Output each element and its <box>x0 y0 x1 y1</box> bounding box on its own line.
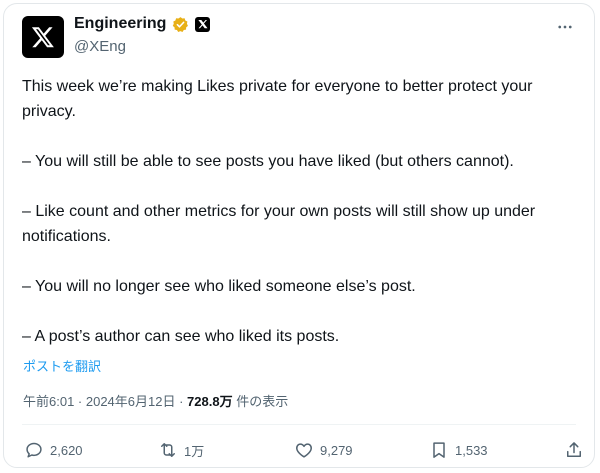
avatar[interactable] <box>22 16 64 58</box>
post-card: Engineering @XEng This week we’re making… <box>3 3 595 468</box>
post-meta: 午前6:01 · 2024年6月12日 · 728.8万 件の表示 <box>23 391 288 410</box>
views-label: 件の表示 <box>232 394 289 409</box>
author-name[interactable]: Engineering <box>74 15 166 33</box>
views-count: 728.8万 <box>187 394 233 409</box>
post-text: This week we’re making Likes private for… <box>22 74 582 349</box>
repost-icon <box>161 443 175 457</box>
bookmark-icon <box>433 442 445 458</box>
reply-count: 2,620 <box>50 442 83 458</box>
bookmark-count: 1,533 <box>455 442 488 458</box>
post-timestamp[interactable]: 午前6:01 · 2024年6月12日 · <box>23 394 187 409</box>
heart-icon <box>296 443 312 458</box>
action-bar: 2,620 1万 9,279 1,533 <box>24 440 584 464</box>
reply-button[interactable]: 2,620 <box>24 440 83 460</box>
share-button[interactable] <box>564 440 584 460</box>
post-paragraph: This week we’re making Likes private for… <box>22 78 533 120</box>
more-icon <box>558 25 572 29</box>
like-count: 9,279 <box>320 442 353 458</box>
repost-button[interactable]: 1万 <box>158 440 204 460</box>
share-icon <box>567 442 581 457</box>
x-logo-icon <box>31 27 54 48</box>
like-button[interactable]: 9,279 <box>294 440 353 460</box>
reply-icon <box>26 442 42 458</box>
x-affiliate-icon <box>195 16 211 32</box>
more-button[interactable] <box>556 18 574 41</box>
divider <box>22 424 576 425</box>
post-paragraph: – You will still be able to see posts yo… <box>22 153 514 170</box>
author-handle[interactable]: @XEng <box>74 38 126 55</box>
post-paragraph: – You will no longer see who liked someo… <box>22 278 416 295</box>
translate-post-link[interactable]: ポストを翻訳 <box>23 356 101 375</box>
post-paragraph: – A post’s author can see who liked its … <box>22 328 340 345</box>
author-name-row: Engineering <box>74 15 211 33</box>
verified-badge-icon <box>173 16 189 32</box>
bookmark-button[interactable]: 1,533 <box>429 440 488 460</box>
repost-count: 1万 <box>184 443 205 459</box>
post-paragraph: – Like count and other metrics for your … <box>22 203 536 245</box>
